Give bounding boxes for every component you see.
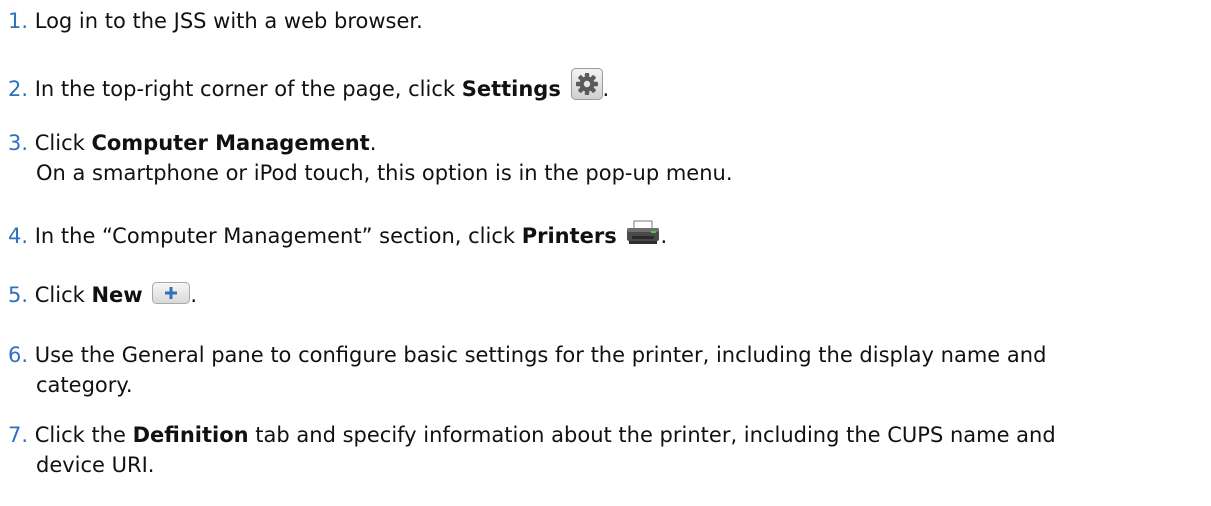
definition-label: Definition	[132, 423, 249, 447]
printers-label: Printers	[521, 224, 617, 248]
printer-icon	[626, 220, 660, 246]
step-number: 7.	[8, 423, 29, 447]
step-6: 6. Use the General pane to configure bas…	[8, 340, 1203, 400]
step-punct: .	[602, 77, 610, 101]
step-punct: .	[369, 131, 377, 155]
step-5: 5. Click New .	[8, 280, 1203, 310]
gear-icon	[570, 68, 603, 100]
step-punct: .	[190, 283, 198, 307]
settings-label: Settings	[461, 77, 561, 101]
step-number: 6.	[8, 343, 29, 367]
step-4: 4. In the “Computer Management” section,…	[8, 220, 1203, 251]
step-text: Click	[34, 283, 92, 307]
step-text: Click the	[34, 423, 133, 447]
step-text: tab and specify information about the pr…	[248, 423, 1056, 447]
step-3: 3. Click Computer Management. On a smart…	[8, 128, 1203, 188]
computer-management-label: Computer Management	[91, 131, 370, 155]
step-text: In the “Computer Management” section, cl…	[34, 224, 522, 248]
step-text: Log in to the JSS with a web browser.	[34, 9, 423, 33]
step-number: 3.	[8, 131, 29, 155]
step-text: Click	[34, 131, 92, 155]
plus-icon	[152, 282, 191, 304]
step-text: Use the General pane to configure basic …	[34, 343, 1047, 367]
step-number: 2.	[8, 77, 29, 101]
step-text-continued: category.	[36, 373, 133, 397]
step-1: 1. Log in to the JSS with a web browser.	[8, 6, 1203, 36]
step-number: 5.	[8, 283, 29, 307]
step-text: In the top-right corner of the page, cli…	[34, 77, 462, 101]
step-punct: .	[660, 224, 668, 248]
step-text-continued: device URI.	[36, 453, 155, 477]
step-note: On a smartphone or iPod touch, this opti…	[36, 161, 733, 185]
instruction-steps: 1. Log in to the JSS with a web browser.…	[0, 0, 1211, 506]
new-label: New	[91, 283, 143, 307]
step-number: 1.	[8, 9, 29, 33]
step-2: 2. In the top-right corner of the page, …	[8, 68, 1203, 104]
step-7: 7. Click the Definition tab and specify …	[8, 420, 1203, 480]
step-number: 4.	[8, 224, 29, 248]
